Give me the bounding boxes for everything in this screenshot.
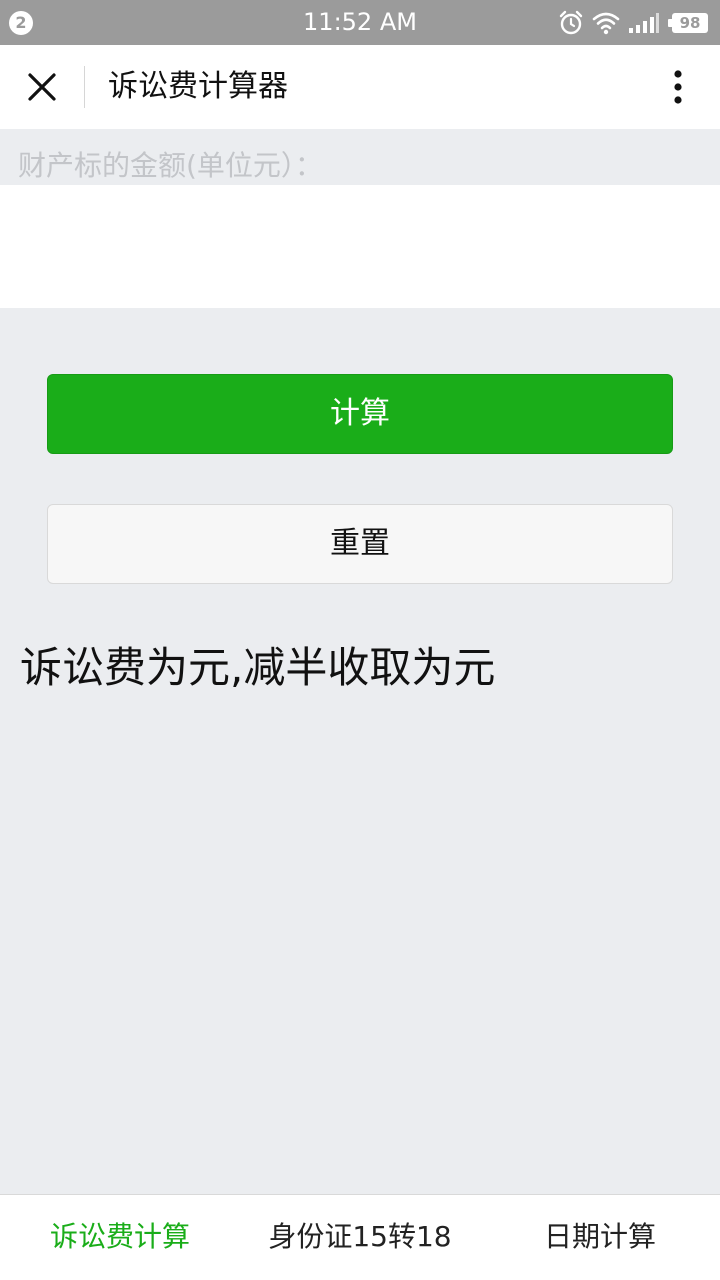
amount-input[interactable]	[0, 185, 720, 308]
bottom-tab-bar: 诉讼费计算 身份证15转18 日期计算	[0, 1194, 720, 1280]
status-icons: 98	[558, 9, 708, 37]
battery-icon: 98	[668, 13, 708, 33]
title-divider	[84, 66, 85, 108]
amount-label: 财产标的金额(单位元）：	[18, 149, 323, 182]
title-bar: 诉讼费计算器	[0, 45, 720, 129]
result-text: 诉讼费为元,减半收取为元	[20, 643, 496, 692]
tab-date-calc[interactable]: 日期计算	[480, 1195, 720, 1280]
close-icon	[22, 73, 62, 111]
status-bar: 2 11:52 AM 98	[0, 0, 720, 45]
reset-button[interactable]: 重置	[47, 504, 673, 584]
page-title: 诉讼费计算器	[108, 69, 288, 104]
more-button[interactable]	[658, 67, 698, 107]
signal-icon	[628, 12, 660, 34]
tab-litigation-fee[interactable]: 诉讼费计算	[0, 1195, 240, 1280]
tab-id-convert[interactable]: 身份证15转18	[240, 1195, 480, 1280]
amount-input-area[interactable]	[0, 185, 720, 308]
close-button[interactable]	[22, 67, 62, 107]
alarm-icon	[558, 10, 584, 36]
more-vertical-icon	[658, 70, 698, 111]
wifi-icon	[592, 11, 620, 35]
calculate-button[interactable]: 计算	[47, 374, 673, 454]
